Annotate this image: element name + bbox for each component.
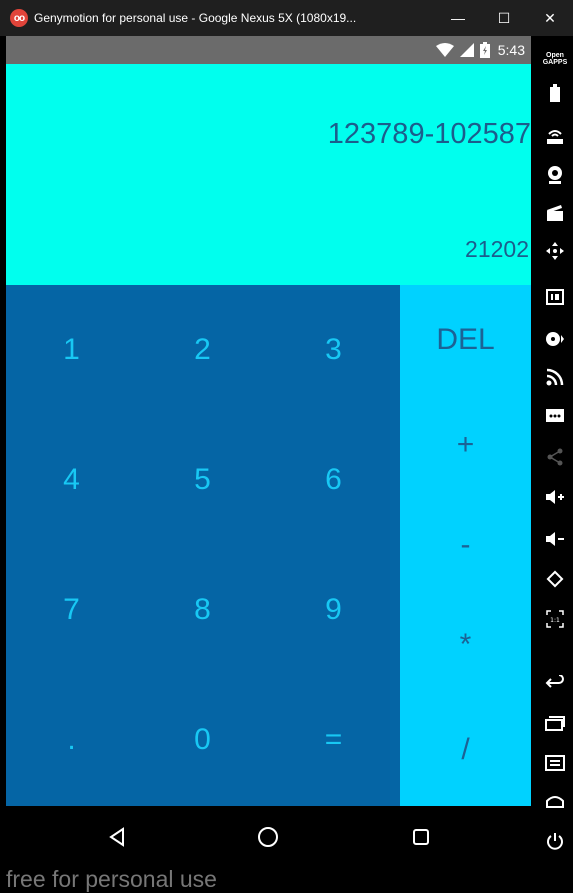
power-icon bbox=[547, 833, 563, 850]
back-tool-button[interactable] bbox=[537, 668, 573, 698]
wifi-icon bbox=[435, 43, 454, 57]
close-icon: ✕ bbox=[544, 9, 556, 26]
home-outline-icon bbox=[546, 796, 564, 808]
open-gapps-button[interactable]: Open GAPPS bbox=[537, 44, 573, 74]
svg-text:1:1: 1:1 bbox=[550, 617, 560, 624]
nav-home-button[interactable] bbox=[251, 820, 285, 854]
expression-text: 123789-102587 bbox=[327, 118, 531, 150]
delete-button[interactable]: DEL bbox=[400, 295, 531, 385]
back-icon bbox=[109, 827, 124, 847]
key-5[interactable]: 5 bbox=[137, 415, 268, 545]
volume-up-icon bbox=[546, 490, 564, 504]
gps-tool-button[interactable] bbox=[537, 122, 573, 152]
watermark-text: free for personal use bbox=[6, 866, 217, 892]
battery-icon bbox=[479, 42, 490, 58]
window-title-bar: oo Genymotion for personal use - Google … bbox=[0, 0, 573, 36]
rss-cast-icon bbox=[546, 368, 564, 386]
webcam-icon bbox=[548, 166, 562, 184]
cast-tool-button[interactable] bbox=[537, 362, 573, 392]
recents-icon bbox=[413, 829, 429, 845]
recent-apps-tool-button[interactable] bbox=[537, 708, 573, 738]
maximize-icon: ☐ bbox=[497, 9, 511, 26]
android-nav-bar bbox=[6, 806, 531, 865]
key-9[interactable]: 9 bbox=[268, 545, 399, 675]
nav-recents-button[interactable] bbox=[404, 820, 438, 854]
share-icon bbox=[547, 448, 563, 466]
id-icon bbox=[546, 289, 564, 305]
clapperboard-icon bbox=[547, 205, 563, 221]
result-text: 21202 bbox=[465, 236, 529, 262]
rotate-tool-button[interactable] bbox=[537, 564, 573, 594]
home-tool-button[interactable] bbox=[537, 786, 573, 816]
status-time: 5:43 bbox=[497, 42, 525, 58]
volume-up-button[interactable] bbox=[537, 482, 573, 512]
key-4[interactable]: 4 bbox=[6, 415, 137, 545]
window-title: Genymotion for personal use - Google Nex… bbox=[34, 11, 357, 25]
key-2[interactable]: 2 bbox=[137, 285, 268, 415]
menu-icon bbox=[545, 755, 565, 771]
scale-1to1-icon: 1:1 bbox=[546, 610, 564, 628]
volume-down-button[interactable] bbox=[537, 524, 573, 554]
key-0[interactable]: 0 bbox=[137, 675, 268, 805]
return-icon bbox=[545, 675, 564, 688]
dpad-tool-button[interactable] bbox=[537, 236, 573, 266]
plus-button[interactable]: + bbox=[400, 400, 531, 490]
logo-text: oo bbox=[13, 12, 25, 24]
key-6[interactable]: 6 bbox=[268, 415, 399, 545]
genymotion-logo-icon: oo bbox=[10, 9, 28, 27]
dpad-icon bbox=[546, 242, 564, 260]
key-equals[interactable]: = bbox=[268, 675, 399, 805]
open-gapps-label-2: GAPPS bbox=[542, 59, 568, 66]
minus-button[interactable]: - bbox=[400, 500, 531, 590]
status-bar: 5:43 bbox=[6, 36, 531, 64]
device-id-tool-button[interactable] bbox=[537, 282, 573, 312]
battery-tool-icon bbox=[550, 84, 560, 102]
key-7[interactable]: 7 bbox=[6, 545, 137, 675]
operator-pad: DEL + - * / bbox=[400, 285, 531, 806]
calculator-display: 123789-102587 21202 bbox=[6, 64, 531, 285]
gps-icon bbox=[547, 130, 563, 144]
disk-icon bbox=[546, 332, 564, 346]
media-tool-button[interactable] bbox=[537, 324, 573, 354]
maximize-button[interactable]: ☐ bbox=[481, 0, 527, 36]
key-decimal[interactable]: . bbox=[6, 675, 137, 805]
close-button[interactable]: ✕ bbox=[527, 0, 573, 36]
sms-tool-button[interactable] bbox=[537, 402, 573, 432]
divide-button[interactable]: / bbox=[400, 705, 531, 795]
message-icon bbox=[546, 409, 564, 422]
minimize-button[interactable]: — bbox=[435, 0, 481, 36]
open-gapps-label-1: Open bbox=[546, 52, 564, 59]
nav-back-button[interactable] bbox=[100, 820, 134, 854]
key-1[interactable]: 1 bbox=[6, 285, 137, 415]
multiply-button[interactable]: * bbox=[400, 600, 531, 690]
capture-tool-button[interactable] bbox=[537, 198, 573, 228]
recent-apps-icon bbox=[545, 716, 565, 731]
minimize-icon: — bbox=[451, 10, 465, 26]
genymotion-toolbar: Open GAPPS 1:1 bbox=[537, 36, 573, 865]
number-pad: 1 2 3 4 5 6 7 8 9 . 0 = bbox=[6, 285, 400, 806]
key-3[interactable]: 3 bbox=[268, 285, 399, 415]
power-tool-button[interactable] bbox=[537, 826, 573, 856]
pixel-perfect-button[interactable]: 1:1 bbox=[537, 604, 573, 634]
camera-tool-button[interactable] bbox=[537, 160, 573, 190]
key-8[interactable]: 8 bbox=[137, 545, 268, 675]
volume-down-icon bbox=[546, 532, 564, 546]
battery-tool-button[interactable] bbox=[537, 78, 573, 108]
signal-icon bbox=[459, 43, 474, 57]
menu-tool-button[interactable] bbox=[537, 748, 573, 778]
rotate-icon bbox=[546, 570, 564, 588]
home-icon bbox=[258, 827, 278, 847]
device-screen: 5:43 123789-102587 21202 1 2 3 4 5 6 7 8… bbox=[6, 36, 531, 892]
share-tool-button[interactable] bbox=[537, 442, 573, 472]
